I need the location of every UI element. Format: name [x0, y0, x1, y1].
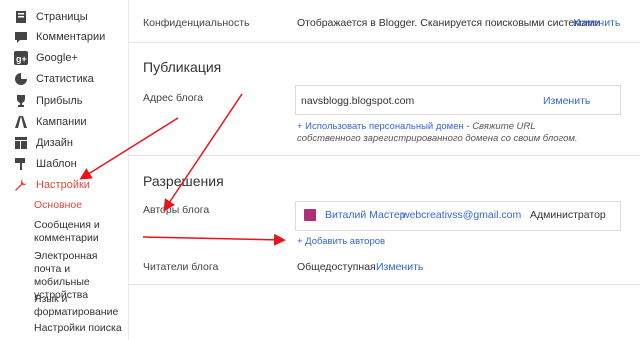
page-icon: [14, 10, 28, 24]
svg-text:g+: g+: [16, 54, 27, 64]
permissions-title: Разрешения: [143, 173, 224, 189]
trophy-icon: [14, 94, 28, 108]
sidebar-subitem-search-preferences[interactable]: Настройки поиска: [34, 322, 126, 335]
blog-address-label: Адрес блога: [143, 92, 204, 104]
google-plus-icon: g+: [14, 51, 28, 65]
sidebar-item-label: Статистика: [36, 73, 94, 85]
privacy-value: Отображается в Blogger. Сканируется поис…: [297, 17, 601, 29]
sidebar-item-label: Комментарии: [36, 31, 106, 43]
sidebar-subitem-posts-comments[interactable]: Сообщения и комментарии: [34, 219, 126, 245]
sidebar-item-label: Google+: [36, 52, 78, 64]
wrench-icon: [14, 178, 28, 192]
blog-readers-value: Общедоступная: [297, 261, 376, 273]
author-role[interactable]: Администратор: [530, 209, 606, 221]
sidebar-item-label: Прибыль: [36, 95, 83, 107]
author-email[interactable]: webcreativss@gmail.com: [402, 209, 521, 221]
blog-readers-change-link[interactable]: Изменить: [376, 261, 423, 273]
blog-address-value: navsblogg.blogspot.com: [301, 95, 415, 107]
publication-title: Публикация: [143, 59, 222, 75]
custom-domain-link[interactable]: + Использовать персональный домен: [297, 121, 464, 132]
sidebar-item-pages[interactable]: Страницы: [14, 8, 88, 26]
template-icon: [14, 157, 28, 171]
sidebar-item-comments[interactable]: Комментарии: [14, 28, 105, 46]
sidebar-subitem-language-formatting[interactable]: Язык и форматирование: [34, 293, 126, 319]
sidebar-item-label: Шаблон: [36, 158, 77, 170]
sidebar-item-settings[interactable]: Настройки: [14, 176, 90, 194]
divider: [129, 284, 640, 285]
sidebar-item-template[interactable]: Шаблон: [14, 155, 77, 173]
layout-icon: [14, 136, 28, 150]
campaign-icon: [14, 115, 28, 129]
sidebar-item-label: Настройки: [36, 179, 90, 191]
sidebar-item-earnings[interactable]: Прибыль: [14, 92, 83, 110]
divider: [129, 42, 640, 43]
blog-address-change-link[interactable]: Изменить: [543, 95, 590, 107]
settings-main: Конфиденциальность Отображается в Blogge…: [129, 0, 640, 340]
custom-domain-hint: + Использовать персональный домен - Свяж…: [297, 121, 597, 145]
sidebar-item-label: Дизайн: [36, 137, 73, 149]
divider: [129, 155, 640, 156]
author-name[interactable]: Виталий Мастер: [325, 209, 406, 221]
add-authors-link[interactable]: + Добавить авторов: [297, 236, 385, 247]
blog-readers-label: Читатели блога: [143, 261, 219, 273]
sidebar: Страницы Комментарии g+ Google+ Статисти…: [0, 0, 128, 340]
privacy-label: Конфиденциальность: [143, 17, 250, 29]
privacy-change-link[interactable]: Изменить: [573, 17, 620, 29]
sidebar-item-campaigns[interactable]: Кампании: [14, 113, 87, 131]
sidebar-item-layout[interactable]: Дизайн: [14, 134, 73, 152]
sidebar-item-google-plus[interactable]: g+ Google+: [14, 49, 78, 67]
sidebar-item-label: Страницы: [36, 11, 88, 23]
avatar: [304, 209, 316, 221]
sidebar-item-stats[interactable]: Статистика: [14, 70, 94, 88]
blog-authors-label: Авторы блога: [143, 204, 210, 216]
comment-icon: [14, 30, 28, 44]
sidebar-subitem-basic[interactable]: Основное: [34, 199, 126, 212]
sidebar-item-label: Кампании: [36, 116, 87, 128]
stats-pie-icon: [14, 72, 28, 86]
